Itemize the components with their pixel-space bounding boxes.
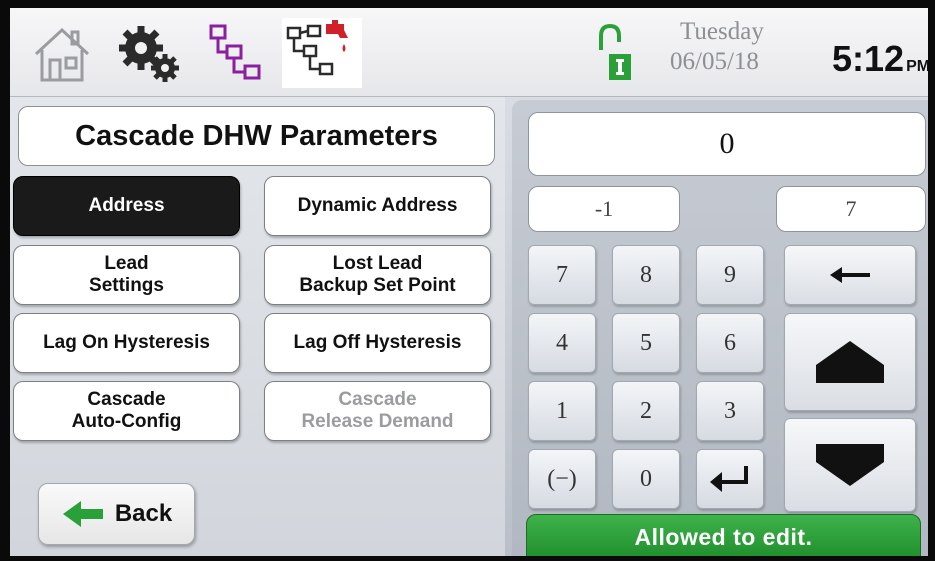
max-value: 7 bbox=[776, 186, 926, 232]
enter-icon bbox=[710, 466, 748, 492]
key-5[interactable]: 5 bbox=[612, 313, 680, 373]
edit-status-bar: Allowed to edit. bbox=[526, 514, 921, 556]
auto-config-line1: Cascade bbox=[87, 389, 166, 410]
clock-time: 5:12 bbox=[832, 38, 905, 79]
lost-lead-line1: Lost Lead bbox=[332, 253, 423, 274]
keypad-panel: 0 -1 7 7 8 9 4 5 6 1 2 3 (−) 0 bbox=[512, 100, 928, 556]
key-7[interactable]: 7 bbox=[528, 245, 596, 305]
release-line2: Release Demand bbox=[301, 411, 454, 432]
lead-settings-line2: Settings bbox=[89, 275, 164, 296]
left-arrow-icon bbox=[830, 267, 870, 283]
increment-key[interactable] bbox=[784, 313, 916, 411]
parameter-panel: Cascade DHW Parameters Address Dynamic A… bbox=[10, 97, 505, 556]
key-4[interactable]: 4 bbox=[528, 313, 596, 373]
lag-off-hysteresis-button[interactable]: Lag Off Hysteresis bbox=[264, 313, 491, 373]
lead-settings-label: Lead Settings bbox=[89, 253, 164, 297]
home-icon[interactable] bbox=[30, 18, 94, 88]
enter-key[interactable] bbox=[696, 449, 764, 509]
settings-gears-icon[interactable] bbox=[113, 18, 183, 88]
key-1[interactable]: 1 bbox=[528, 381, 596, 441]
lead-settings-line1: Lead bbox=[104, 253, 149, 274]
lost-lead-backup-button[interactable]: Lost Lead Backup Set Point bbox=[264, 245, 491, 305]
up-arrow-icon bbox=[816, 341, 884, 383]
key-0[interactable]: 0 bbox=[612, 449, 680, 509]
key-6[interactable]: 6 bbox=[696, 313, 764, 373]
top-bar: Tuesday 06/05/18 5:12 PM bbox=[10, 8, 928, 97]
cascade-auto-config-label: Cascade Auto-Config bbox=[72, 389, 182, 433]
key-8[interactable]: 8 bbox=[612, 245, 680, 305]
key-9[interactable]: 9 bbox=[696, 245, 764, 305]
value-display: 0 bbox=[528, 112, 926, 176]
cascade-auto-config-button[interactable]: Cascade Auto-Config bbox=[13, 381, 240, 441]
lost-lead-line2: Backup Set Point bbox=[299, 275, 456, 296]
release-line1: Cascade bbox=[338, 389, 417, 410]
screen: Tuesday 06/05/18 5:12 PM Cascade DHW Para… bbox=[10, 8, 928, 556]
clock: 5:12 PM bbox=[832, 38, 928, 80]
auto-config-line2: Auto-Config bbox=[71, 411, 182, 432]
lag-on-hysteresis-label: Lag On Hysteresis bbox=[43, 332, 210, 353]
min-value: -1 bbox=[528, 186, 680, 232]
address-button[interactable]: Address bbox=[13, 176, 240, 236]
cascade-release-demand-button[interactable]: Cascade Release Demand bbox=[264, 381, 491, 441]
back-button-label: Back bbox=[114, 500, 173, 527]
clock-ampm: PM bbox=[906, 58, 928, 75]
down-arrow-icon bbox=[816, 444, 884, 486]
lag-on-hysteresis-button[interactable]: Lag On Hysteresis bbox=[13, 313, 240, 373]
lag-off-hysteresis-label: Lag Off Hysteresis bbox=[293, 332, 462, 353]
back-button[interactable]: Back bbox=[38, 483, 195, 545]
lead-settings-button[interactable]: Lead Settings bbox=[13, 245, 240, 305]
page-title: Cascade DHW Parameters bbox=[18, 106, 495, 166]
dynamic-address-button[interactable]: Dynamic Address bbox=[264, 176, 491, 236]
decrement-key[interactable] bbox=[784, 418, 916, 512]
key-2[interactable]: 2 bbox=[612, 381, 680, 441]
date-label: 06/05/18 bbox=[670, 48, 759, 75]
cascade-release-demand-label: Cascade Release Demand bbox=[301, 389, 453, 433]
dynamic-address-button-label: Dynamic Address bbox=[297, 195, 458, 216]
unlocked-icon bbox=[599, 23, 631, 80]
back-arrow-icon bbox=[62, 501, 103, 527]
day-label: Tuesday bbox=[680, 18, 764, 45]
backspace-key[interactable] bbox=[784, 245, 916, 305]
lost-lead-backup-label: Lost Lead Backup Set Point bbox=[299, 253, 455, 297]
address-button-label: Address bbox=[88, 195, 165, 216]
key-3[interactable]: 3 bbox=[696, 381, 764, 441]
cascade-dhw-network-icon[interactable] bbox=[282, 18, 362, 88]
cascade-network-icon[interactable] bbox=[205, 18, 275, 88]
negate-key[interactable]: (−) bbox=[528, 449, 596, 509]
